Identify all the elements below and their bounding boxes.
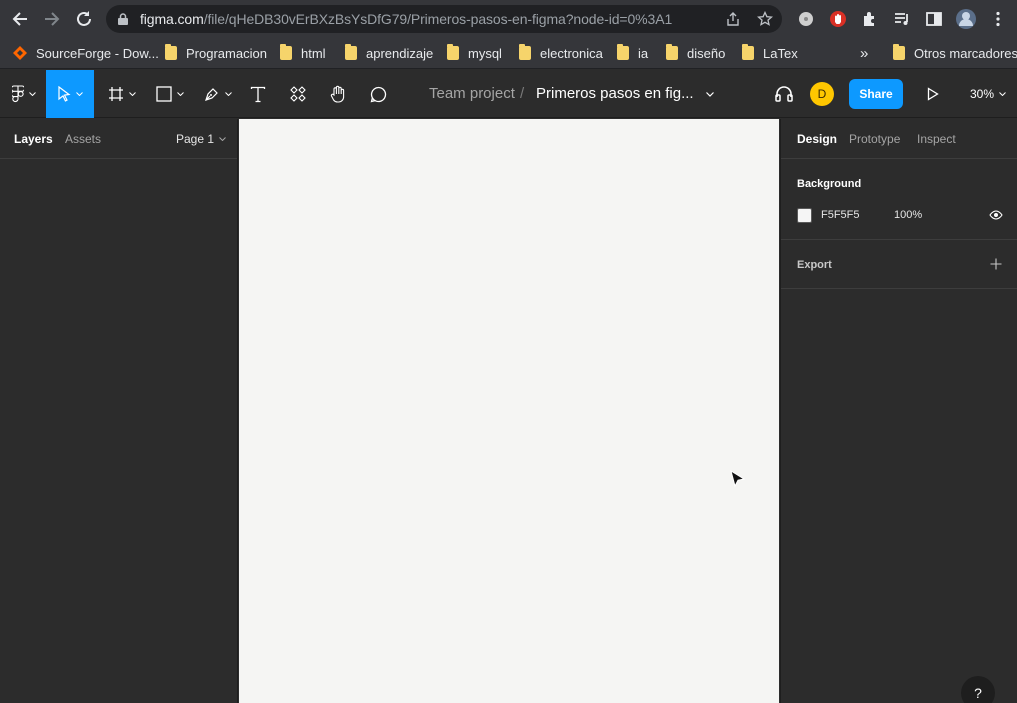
figma-toolbar: Team project / Primeros pasos en fig... …	[0, 70, 1017, 118]
bookmark-sourceforge[interactable]: SourceForge - Dow...	[12, 43, 159, 63]
bookmark-aprendizaje[interactable]: aprendizaje	[345, 43, 433, 63]
properties-panel: Design Prototype Inspect Background F5F5…	[780, 119, 1017, 703]
folder-icon	[345, 44, 357, 60]
project-link[interactable]: Team project	[429, 85, 515, 102]
lock-icon	[118, 13, 128, 25]
bookmark-star-icon[interactable]	[757, 11, 773, 27]
sourceforge-icon	[13, 46, 27, 60]
bookmark-programacion[interactable]: Programacion	[165, 43, 267, 63]
file-name[interactable]: Primeros pasos en fig...	[536, 85, 694, 102]
background-opacity-input[interactable]: 100%	[894, 209, 922, 221]
reload-icon	[77, 11, 91, 26]
address-bar[interactable]: figma.com/file/qHeDB30vErBXzBsYsDfG79/Pr…	[106, 5, 782, 33]
move-tool-button[interactable]	[46, 70, 94, 118]
components-icon	[290, 86, 306, 102]
forward-button[interactable]	[39, 6, 65, 32]
shape-tool-button[interactable]	[150, 70, 190, 118]
bookmark-diseno[interactable]: diseño	[666, 43, 725, 63]
extension-disc-icon[interactable]	[795, 8, 817, 30]
more-bookmarks-button[interactable]: »	[860, 43, 868, 63]
tab-design[interactable]: Design	[797, 132, 837, 146]
frame-icon	[109, 87, 123, 101]
tab-layers[interactable]: Layers	[14, 132, 53, 146]
forward-arrow-icon	[45, 12, 60, 26]
zoom-menu[interactable]: 30%	[970, 87, 1006, 101]
layers-panel: Layers Assets Page 1	[0, 119, 238, 703]
chevron-down-icon	[225, 92, 232, 96]
browser-toolbar: figma.com/file/qHeDB30vErBXzBsYsDfG79/Pr…	[0, 0, 1017, 38]
extensions-puzzle-icon[interactable]	[859, 8, 881, 30]
bookmark-otros-marcadores[interactable]: Otros marcadores	[893, 43, 1017, 63]
folder-icon	[666, 44, 678, 60]
background-hex-input[interactable]: F5F5F5	[821, 209, 860, 221]
browser-menu-icon[interactable]	[987, 8, 1009, 30]
main-menu-button[interactable]	[6, 70, 42, 118]
folder-icon	[447, 44, 459, 60]
text-tool-button[interactable]	[244, 70, 272, 118]
eye-icon[interactable]	[989, 210, 1003, 220]
chevron-down-icon	[219, 137, 226, 141]
right-panel-tabs: Design Prototype Inspect	[781, 119, 1017, 159]
url-text: figma.com/file/qHeDB30vErBXzBsYsDfG79/Pr…	[140, 11, 673, 27]
screen: figma.com/file/qHeDB30vErBXzBsYsDfG79/Pr…	[0, 0, 1017, 703]
pen-tool-button[interactable]	[198, 70, 238, 118]
bookmark-latex[interactable]: LaTex	[742, 43, 798, 63]
folder-icon	[893, 44, 905, 60]
export-title: Export	[797, 259, 832, 271]
text-icon	[250, 86, 266, 102]
bookmark-electronica[interactable]: electronica	[519, 43, 603, 63]
folder-icon	[280, 44, 292, 60]
present-play-icon[interactable]	[927, 87, 939, 101]
bookmark-html[interactable]: html	[280, 43, 326, 63]
frame-tool-button[interactable]	[102, 70, 142, 118]
comment-icon	[370, 86, 386, 102]
chevron-down-icon	[999, 92, 1006, 96]
chevron-down-icon	[177, 92, 184, 96]
help-button[interactable]: ?	[961, 676, 995, 703]
extension-adblock-icon[interactable]	[827, 8, 849, 30]
left-panel-tabs: Layers Assets Page 1	[0, 119, 237, 159]
tab-prototype[interactable]: Prototype	[849, 132, 900, 146]
background-color-swatch[interactable]	[797, 208, 812, 223]
file-menu-chevron-icon[interactable]	[706, 92, 714, 97]
background-title: Background	[797, 178, 862, 190]
back-arrow-icon	[12, 12, 27, 26]
hand-tool-button[interactable]	[324, 70, 352, 118]
back-button[interactable]	[7, 6, 33, 32]
comment-tool-button[interactable]	[364, 70, 392, 118]
bookmark-mysql[interactable]: mysql	[447, 43, 502, 63]
share-button[interactable]: Share	[849, 79, 903, 109]
user-avatar[interactable]: D	[810, 82, 834, 106]
figma-logo-icon	[12, 85, 24, 103]
tab-inspect[interactable]: Inspect	[917, 132, 956, 146]
bookmarks-bar: SourceForge - Dow... Programacion html a…	[0, 38, 1017, 69]
folder-icon	[165, 44, 177, 60]
tab-assets[interactable]: Assets	[65, 132, 101, 146]
audio-headphones-icon[interactable]	[774, 84, 794, 104]
reload-button[interactable]	[71, 6, 97, 32]
pen-icon	[205, 88, 218, 101]
folder-icon	[742, 44, 754, 60]
export-section: Export	[781, 240, 1017, 289]
side-panel-icon[interactable]	[923, 8, 945, 30]
share-page-icon[interactable]	[725, 11, 741, 27]
chevron-down-icon	[76, 92, 83, 96]
bookmark-ia[interactable]: ia	[617, 43, 648, 63]
pointer-icon	[58, 86, 71, 102]
folder-icon	[617, 44, 629, 60]
media-playlist-icon[interactable]	[891, 8, 913, 30]
background-section: Background F5F5F5 100%	[781, 159, 1017, 240]
hand-icon	[330, 85, 344, 103]
breadcrumb-separator: /	[520, 85, 525, 102]
page-selector[interactable]: Page 1	[176, 132, 226, 146]
chevron-down-icon	[129, 92, 136, 96]
mouse-cursor-icon	[730, 470, 746, 488]
design-canvas[interactable]	[239, 119, 779, 703]
profile-avatar[interactable]	[955, 8, 977, 30]
resources-tool-button[interactable]	[284, 70, 312, 118]
rectangle-icon	[156, 86, 172, 102]
chevron-down-icon	[29, 92, 36, 96]
plus-icon[interactable]	[990, 258, 1002, 270]
folder-icon	[519, 44, 531, 60]
